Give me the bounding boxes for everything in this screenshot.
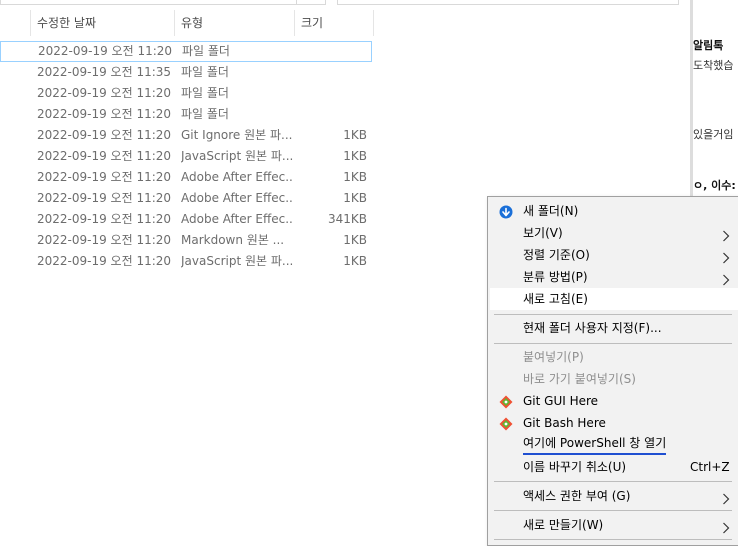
menu-item-customize-folder[interactable]: 현재 폴더 사용자 지정(F)... [490, 317, 738, 339]
menu-item-label: 새로 만들기(W) [523, 518, 604, 532]
file-type: Git Ignore 원본 파... [181, 128, 293, 142]
menu-separator [494, 343, 732, 344]
menu-item-open-powershell[interactable]: 여기에 PowerShell 창 열기 [490, 434, 738, 456]
menu-item-group-by[interactable]: 분류 방법(P) [490, 266, 738, 288]
menu-item-label: 정렬 기준(O) [523, 248, 590, 262]
file-size: 1KB [343, 149, 367, 163]
file-type: 파일 폴더 [181, 86, 229, 100]
menu-item-label: 분류 방법(P) [523, 270, 588, 284]
scrolled-header-stub [296, 0, 326, 5]
menu-item-paste[interactable]: 붙여넣기(P) [490, 346, 738, 368]
file-type: Markdown 원본 ... [181, 233, 285, 247]
column-divider[interactable] [373, 10, 374, 36]
menu-item-label: Git GUI Here [523, 394, 599, 408]
file-size: 1KB [343, 170, 367, 184]
modified-date: 2022-09-19 오전 11:20 [37, 107, 172, 121]
git-diamond-icon [499, 394, 513, 409]
modified-date: 2022-09-19 오전 11:20 [37, 170, 172, 184]
git-diamond-icon [499, 416, 513, 431]
file-size: 1KB [343, 128, 367, 142]
table-row[interactable]: 2022-09-19 오전 11:20 파일 폴더 [0, 41, 372, 62]
menu-item-undo-rename[interactable]: 이름 바꾸기 취소(U) Ctrl+Z [490, 456, 738, 478]
modified-date: 2022-09-19 오전 11:20 [37, 149, 172, 163]
message-text: 있을거임 [693, 128, 734, 141]
file-size: 1KB [343, 254, 367, 268]
menu-item-git-gui[interactable]: Git GUI Here [490, 390, 738, 412]
table-row[interactable]: 2022-09-19 오전 11:20 Adobe After Effec...… [0, 188, 372, 209]
notification-text: 도착했습 [693, 59, 734, 72]
table-row[interactable]: 2022-09-19 오전 11:20 Git Ignore 원본 파... 1… [0, 125, 372, 146]
table-row[interactable]: 2022-09-19 오전 11:20 JavaScript 원본 파... 1… [0, 251, 372, 272]
menu-item-label: 새 폴더(N) [523, 204, 579, 218]
column-header-size[interactable]: 크기 [295, 10, 373, 36]
modified-date: 2022-09-19 오전 11:35 [37, 65, 172, 79]
chevron-right-icon [722, 271, 730, 286]
menu-item-label: 새로 고침(E) [523, 292, 588, 306]
menu-item-label: 붙여넣기(P) [523, 350, 584, 364]
file-type: Adobe After Effec... [181, 212, 293, 226]
menu-separator [494, 314, 732, 315]
menu-item-refresh[interactable]: 새로 고침(E) [490, 288, 738, 310]
modified-date: 2022-09-19 오전 11:20 [37, 191, 172, 205]
menu-item-new[interactable]: 새로 만들기(W) [490, 514, 738, 536]
file-type: Adobe After Effec... [181, 170, 293, 184]
column-header-type[interactable]: 유형 [175, 10, 294, 36]
menu-item-label: 현재 폴더 사용자 지정(F)... [523, 321, 662, 335]
menu-separator [494, 539, 732, 540]
context-menu: 새 폴더(N) 보기(V) 정렬 기준(O) 분류 방법(P) 새로 고침(E)… [487, 196, 738, 546]
notification-title: 알림톡 [693, 39, 724, 52]
file-type: JavaScript 원본 파... [181, 254, 293, 268]
file-size: 1KB [343, 233, 367, 247]
file-type: 파일 폴더 [181, 107, 229, 121]
menu-item-label: 여기에 PowerShell 창 열기 [523, 435, 667, 455]
scrolled-header-stub [337, 0, 679, 5]
shortcut-label: Ctrl+Z [690, 460, 730, 474]
table-row[interactable]: 2022-09-19 오전 11:35 파일 폴더 [0, 62, 372, 83]
menu-item-view[interactable]: 보기(V) [490, 222, 738, 244]
message-text: ㅇ, 이수: [693, 179, 736, 192]
table-row[interactable]: 2022-09-19 오전 11:20 Adobe After Effec...… [0, 167, 372, 188]
menu-item-git-bash[interactable]: Git Bash Here [490, 412, 738, 434]
file-type: 파일 폴더 [181, 65, 229, 79]
modified-date: 2022-09-19 오전 11:20 [37, 233, 172, 247]
menu-separator [494, 510, 732, 511]
menu-item-label: Git Bash Here [523, 416, 606, 430]
modified-date: 2022-09-19 오전 11:20 [37, 128, 172, 142]
menu-item-paste-shortcut[interactable]: 바로 가기 붙여넣기(S) [490, 368, 738, 390]
file-type: Adobe After Effec... [181, 191, 293, 205]
menu-item-label: 액세스 권한 부여 (G) [523, 489, 631, 503]
table-row[interactable]: 2022-09-19 오전 11:20 Adobe After Effec...… [0, 209, 372, 230]
modified-date: 2022-09-19 오전 11:20 [37, 86, 172, 100]
table-row[interactable]: 2022-09-19 오전 11:20 파일 폴더 [0, 83, 372, 104]
table-row[interactable]: 2022-09-19 오전 11:20 파일 폴더 [0, 104, 372, 125]
menu-item-label: 보기(V) [523, 226, 563, 240]
file-list: 2022-09-19 오전 11:20 파일 폴더 2022-09-19 오전 … [0, 41, 372, 272]
table-row[interactable]: 2022-09-19 오전 11:20 JavaScript 원본 파... 1… [0, 146, 372, 167]
chevron-right-icon [722, 249, 730, 264]
menu-separator [494, 481, 732, 482]
modified-date: 2022-09-19 오전 11:20 [38, 44, 173, 58]
file-size: 1KB [343, 191, 367, 205]
file-type: 파일 폴더 [182, 44, 230, 58]
chevron-right-icon [722, 519, 730, 534]
menu-item-label: 바로 가기 붙여넣기(S) [523, 372, 636, 386]
menu-item-label: 이름 바꾸기 취소(U) [523, 460, 627, 474]
chevron-right-icon [722, 490, 730, 505]
scrolled-header-stub [0, 0, 297, 5]
menu-item-sort-by[interactable]: 정렬 기준(O) [490, 244, 738, 266]
file-size: 341KB [327, 212, 367, 226]
circle-arrow-icon [499, 204, 513, 219]
table-row[interactable]: 2022-09-19 오전 11:20 Markdown 원본 ... 1KB [0, 230, 372, 251]
chevron-right-icon [722, 227, 730, 242]
menu-item-give-access[interactable]: 액세스 권한 부여 (G) [490, 485, 738, 507]
column-header-date[interactable]: 수정한 날짜 [31, 10, 174, 36]
modified-date: 2022-09-19 오전 11:20 [37, 212, 172, 226]
modified-date: 2022-09-19 오전 11:20 [37, 254, 172, 268]
menu-item-new-folder[interactable]: 새 폴더(N) [490, 200, 738, 222]
file-type: JavaScript 원본 파... [181, 149, 293, 163]
